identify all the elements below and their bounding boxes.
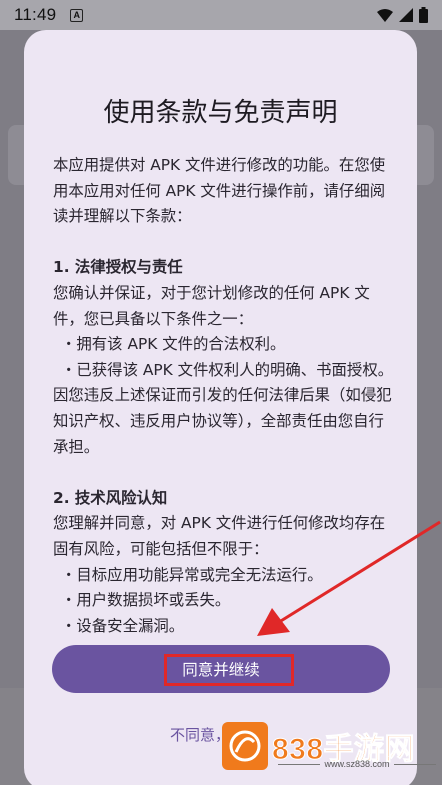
watermark: 838手游网 www.sz838.com <box>222 722 442 778</box>
watermark-url-text: www.sz838.com <box>324 759 390 769</box>
watermark-url: www.sz838.com <box>278 759 436 769</box>
dragon-logo-icon <box>222 722 268 770</box>
annotation-arrow <box>257 520 441 636</box>
